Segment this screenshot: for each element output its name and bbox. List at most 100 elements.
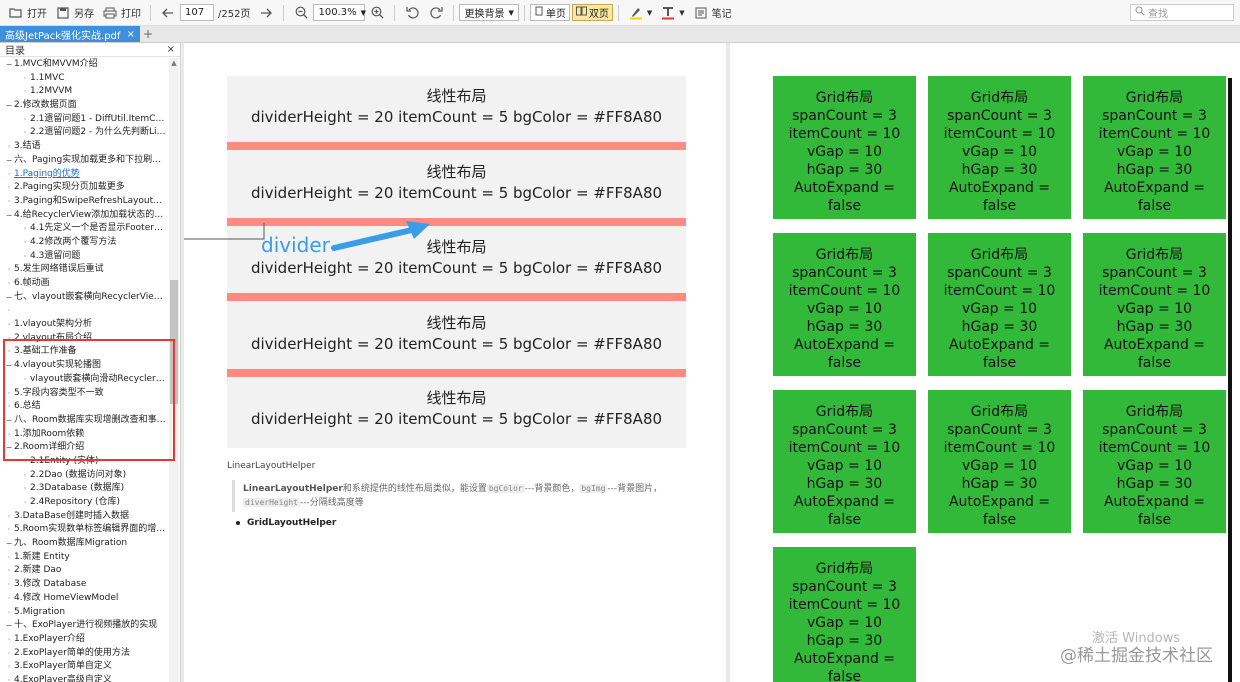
outline-item[interactable]: · 4.3遗留问题 <box>0 250 168 264</box>
tree-line-icon: · <box>7 675 11 682</box>
outline-item[interactable]: ·2.2遗留问题2 - 为什么先判断LiveData <box>0 126 168 140</box>
scroll-up-icon[interactable]: ▲ <box>169 58 179 68</box>
text-tool-button[interactable]: ▼ <box>656 2 688 24</box>
outline-item[interactable]: · 4.ExoPlayer高级自定义 <box>0 674 168 682</box>
outline-item[interactable]: · 2.ExoPlayer简单的使用方法 <box>0 647 168 661</box>
zoom-out-icon <box>293 5 309 21</box>
outline-item[interactable]: −1.MVC和MVVM介绍 <box>0 58 168 72</box>
outline-item[interactable]: · 2.Paging实现分页加载更多 <box>0 181 168 195</box>
double-page-button[interactable]: 双页 <box>571 4 613 21</box>
document-tab[interactable]: 高级JetPack强化实战.pdf × <box>0 26 140 42</box>
arrow-left-icon <box>160 5 176 21</box>
rotate-right-button[interactable] <box>424 2 448 24</box>
page-number-input[interactable]: 107 <box>180 4 214 21</box>
prev-page-button[interactable] <box>156 2 180 24</box>
outline-item[interactable]: − 十、ExoPlayer进行视频播放的实现 <box>0 619 168 633</box>
note-button[interactable]: 笔记 <box>689 2 736 24</box>
grid-cell-line: itemCount = 10 <box>943 440 1056 456</box>
outline-item[interactable]: · 6.帧动画 <box>0 277 168 291</box>
highlight-button[interactable]: ▼ <box>624 2 656 24</box>
outline-item[interactable]: · 1.Paging的优势 <box>0 168 168 182</box>
search-icon <box>1135 6 1145 19</box>
outline-item-label: 十、ExoPlayer进行视频播放的实现 <box>14 620 158 631</box>
grid-cell-line: spanCount = 3 <box>1102 422 1207 438</box>
quote-text: ---背景图片， <box>607 484 663 494</box>
zoom-in-button[interactable] <box>365 2 389 24</box>
site-watermark: @稀土掘金技术社区 <box>1060 646 1213 666</box>
collapse-toggle-icon[interactable]: − <box>4 58 14 72</box>
open-button[interactable]: 打开 <box>4 2 51 24</box>
outline-item[interactable]: · 4.修改 HomeViewModel <box>0 592 168 606</box>
grid-cell-line: spanCount = 3 <box>792 579 897 595</box>
grid-cell: Grid布局 spanCount = 3 itemCount = 10 vGap = … <box>773 390 916 533</box>
text-t-icon <box>660 5 676 21</box>
grid-cell-line: spanCount = 3 <box>792 265 897 281</box>
collapse-toggle-icon[interactable]: − <box>4 291 14 305</box>
outline-item[interactable]: · 4.1先定义一个是否显示Footer的变量 <box>0 222 168 236</box>
outline-item[interactable]: − 六、Paging实现加载更多和下拉刷新，错 <box>0 154 168 168</box>
outline-item[interactable]: − 九、Room数据库Migration <box>0 537 168 551</box>
outline-item[interactable]: ·3.Paging和SwipeRefreshLayout组合实现 <box>0 195 168 209</box>
outline-item[interactable]: −4.给RecyclerView添加加载状态的Footer <box>0 209 168 223</box>
outline-item[interactable]: ·2.1遗留问题1 - DiffUtil.ItemCallback <box>0 113 168 127</box>
outline-item[interactable]: · 5.发生网络错误后重试 <box>0 263 168 277</box>
outline-item[interactable]: · 3.ExoPlayer简单自定义 <box>0 660 168 674</box>
outline-item[interactable]: · 1.ExoPlayer介绍 <box>0 633 168 647</box>
page-edge-bar <box>1228 78 1232 682</box>
outline-item[interactable]: · <box>0 304 168 318</box>
zoom-select[interactable]: 100.3% ▼ <box>313 4 366 21</box>
collapse-toggle-icon[interactable]: − <box>4 209 14 223</box>
outline-item[interactable]: · 1.vlayout架构分析 <box>0 318 168 332</box>
grid-cell-line: false <box>827 198 862 214</box>
outline-item[interactable]: · 5.Room实现数单标签编辑界面的增删改 <box>0 523 168 537</box>
outline-item[interactable]: · 2.新建 Dao <box>0 564 168 578</box>
outline-item[interactable]: · 1.2MVVM <box>0 85 168 99</box>
tree-line-icon: · <box>7 580 11 590</box>
grid-cell-line: AutoExpand = <box>1103 180 1206 196</box>
outline-item[interactable]: · 3.DataBase创建时插入数据 <box>0 510 168 524</box>
save-icon <box>55 5 71 21</box>
outline-item[interactable]: · 5.Migration <box>0 606 168 620</box>
collapse-toggle-icon[interactable]: − <box>4 537 14 551</box>
outline-item[interactable]: · 4.2修改两个覆写方法 <box>0 236 168 250</box>
print-button[interactable]: 打印 <box>98 2 145 24</box>
zoom-value: 100.3% <box>318 7 357 18</box>
outline-item[interactable]: · 2.4Repository (仓库) <box>0 496 168 510</box>
outline-item-label: 5.Room实现数单标签编辑界面的增删改 <box>14 524 168 535</box>
grid-cell-line: itemCount = 10 <box>788 440 901 456</box>
close-icon[interactable]: × <box>127 29 135 40</box>
collapse-toggle-icon[interactable]: − <box>4 99 14 113</box>
save-as-label: 另存 <box>74 9 94 20</box>
grid-cell-title: Grid布局 <box>970 247 1029 263</box>
zoom-out-button[interactable] <box>289 2 313 24</box>
outline-item[interactable]: −七、vlayout嵌套横向RecyclerView和Banner <box>0 291 168 305</box>
next-page-button[interactable] <box>254 2 278 24</box>
page-total: /252页 <box>218 9 251 20</box>
outline-item[interactable]: · 2.2Dao (数据访问对象) <box>0 469 168 483</box>
background-select[interactable]: 更换背景 ▼ <box>459 4 519 21</box>
outline-item[interactable]: −2.修改数据页面 <box>0 99 168 113</box>
tree-line-icon: · <box>23 73 27 83</box>
save-as-button[interactable]: 另存 <box>51 2 98 24</box>
double-page-icon <box>575 6 587 19</box>
outline-item-label: 2.ExoPlayer简单的使用方法 <box>14 647 130 658</box>
linear-item-subtitle: dividerHeight = 20 itemCount = 5 bgColor… <box>250 334 663 353</box>
linear-item-subtitle: dividerHeight = 20 itemCount = 5 bgColor… <box>250 410 663 428</box>
outline-item[interactable]: · 3.修改 Database <box>0 578 168 592</box>
outline-item[interactable]: · 2.3Database (数据库) <box>0 482 168 496</box>
toolbar-divider <box>150 4 151 21</box>
collapse-toggle-icon[interactable]: − <box>4 619 14 633</box>
grid-cell-line: vGap = 10 <box>1116 144 1193 160</box>
add-tab-button[interactable]: + <box>140 26 156 42</box>
outline-item-label: 3.DataBase创建时插入数据 <box>14 510 129 521</box>
outline-item[interactable]: · 1.1MVC <box>0 72 168 86</box>
rotate-left-button[interactable] <box>400 2 424 24</box>
single-page-button[interactable]: 单页 <box>529 4 570 21</box>
collapse-toggle-icon[interactable]: − <box>4 154 14 168</box>
close-icon[interactable]: × <box>167 44 175 55</box>
tree-line-icon: · <box>23 87 27 97</box>
search-input[interactable]: 查找 <box>1130 4 1234 21</box>
outline-item[interactable]: · 1.新建 Entity <box>0 551 168 565</box>
outline-item[interactable]: · 3.结语 <box>0 140 168 154</box>
grid-cell-line: AutoExpand = <box>1103 337 1206 353</box>
